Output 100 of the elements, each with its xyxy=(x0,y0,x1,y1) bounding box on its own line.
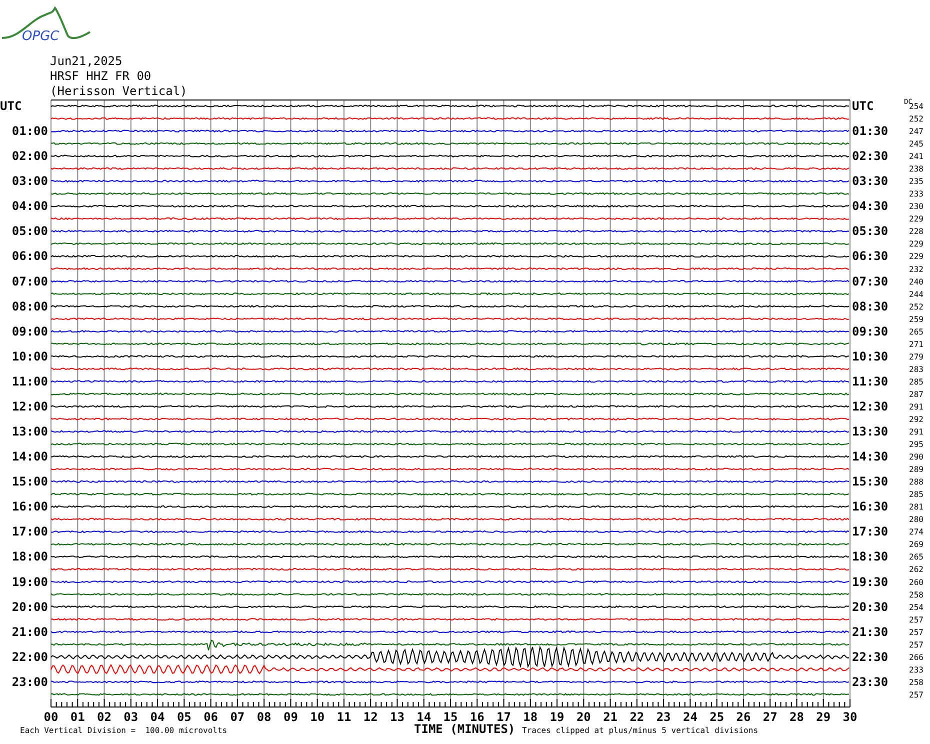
dc-value: 262 xyxy=(909,565,924,574)
time-label: 06:30 xyxy=(852,249,888,264)
time-label: 03:00 xyxy=(12,174,48,188)
clip-note: Traces clipped at plus/minus 5 vertical divisions xyxy=(522,726,758,735)
dc-value: 238 xyxy=(909,164,924,174)
dc-value: 291 xyxy=(909,402,924,412)
dc-value: 285 xyxy=(909,377,924,386)
dc-value: 241 xyxy=(909,152,924,162)
dc-value: 260 xyxy=(909,578,924,587)
time-label: 21:30 xyxy=(852,624,888,639)
station-text: HRSF HHZ FR 00 xyxy=(50,69,152,83)
time-label: 21:00 xyxy=(12,624,48,639)
time-label: 10:30 xyxy=(852,349,888,364)
dc-value: 257 xyxy=(909,628,924,637)
axis-label: 15 xyxy=(443,710,458,724)
dc-value: 289 xyxy=(909,465,924,474)
time-label: 22:00 xyxy=(12,650,48,664)
dc-value: 258 xyxy=(909,678,924,687)
axis-label: 17 xyxy=(496,710,511,724)
time-label: 05:30 xyxy=(852,224,888,238)
axis-label: 30 xyxy=(842,710,858,724)
axis-label: 02 xyxy=(97,710,112,724)
dc-value: 232 xyxy=(909,264,924,274)
axis-label: 11 xyxy=(336,710,352,724)
dc-value: 245 xyxy=(909,140,924,149)
time-label: 17:00 xyxy=(12,524,48,539)
dc-value: 290 xyxy=(909,452,924,462)
dc-value: 265 xyxy=(909,327,924,336)
axis-label: 27 xyxy=(762,710,778,724)
time-label: 19:30 xyxy=(852,574,888,589)
time-label: 09:00 xyxy=(12,324,48,338)
time-label: UTC xyxy=(0,99,22,113)
axis-label: 12 xyxy=(363,710,378,724)
division-note: Each Vertical Division = 100.00 microvolts xyxy=(20,726,228,735)
time-label: 02:30 xyxy=(852,149,888,164)
date-text: Jun21,2025 xyxy=(50,54,122,68)
axis-label: 10 xyxy=(310,710,325,724)
axis-label: 16 xyxy=(470,710,484,724)
time-label: 18:00 xyxy=(12,550,48,564)
time-label: 16:00 xyxy=(12,500,48,514)
time-label: 23:00 xyxy=(12,674,48,689)
axis-label: 28 xyxy=(790,710,804,724)
time-label: 01:00 xyxy=(12,124,48,138)
time-label: 07:30 xyxy=(852,274,888,288)
dc-value: 235 xyxy=(909,177,924,186)
axis-label: 19 xyxy=(550,710,564,724)
axis-label: 06 xyxy=(204,710,218,724)
time-label: 12:00 xyxy=(12,399,48,414)
time-label: 13:00 xyxy=(12,424,48,439)
axis-title: TIME (MINUTES) xyxy=(414,722,516,736)
axis-label: 09 xyxy=(283,710,298,724)
dc-value: 285 xyxy=(909,490,924,500)
dc-value: 233 xyxy=(909,665,924,674)
dc-value: 274 xyxy=(909,528,924,537)
logo-text: OPGC xyxy=(22,29,60,44)
time-label: 18:30 xyxy=(852,550,888,564)
dc-value: 291 xyxy=(909,428,924,437)
dc-value: 258 xyxy=(909,590,924,600)
time-label: 14:00 xyxy=(12,450,48,464)
axis-label: 23 xyxy=(656,710,671,724)
dc-value: 252 xyxy=(909,114,924,124)
time-label: 04:30 xyxy=(852,199,888,214)
dc-value: 280 xyxy=(909,515,924,524)
time-label: 22:30 xyxy=(852,650,888,664)
axis-label: 13 xyxy=(390,710,404,724)
time-label: 08:30 xyxy=(852,299,888,314)
dc-value: 254 xyxy=(909,602,924,612)
dc-value: 229 xyxy=(909,214,924,224)
dc-value: 257 xyxy=(909,690,924,700)
time-label: 19:00 xyxy=(12,574,48,589)
dc-value: 259 xyxy=(909,314,924,324)
time-label: 02:00 xyxy=(12,149,48,164)
time-label: 15:30 xyxy=(852,474,888,489)
axis-label: 08 xyxy=(256,710,272,724)
dc-value: 229 xyxy=(909,240,924,249)
dc-value: 292 xyxy=(909,415,924,424)
dc-value: 252 xyxy=(909,302,924,312)
dc-value: 230 xyxy=(909,202,924,212)
time-label: 13:30 xyxy=(852,424,888,439)
axis-label: 24 xyxy=(682,710,698,724)
time-label: 12:30 xyxy=(852,399,888,414)
time-label: 04:00 xyxy=(12,199,48,214)
time-label: 16:30 xyxy=(852,500,888,514)
axis-label: 26 xyxy=(736,710,751,724)
dc-value: 247 xyxy=(909,127,924,136)
dc-value: 287 xyxy=(909,390,924,399)
time-label: 07:00 xyxy=(12,274,48,288)
dc-value: 295 xyxy=(909,440,924,450)
axis-label: 07 xyxy=(230,710,245,724)
axis-label: 18 xyxy=(523,710,538,724)
time-label: 01:30 xyxy=(852,124,888,138)
dc-value: 229 xyxy=(909,252,924,262)
dc-value: 281 xyxy=(909,502,924,512)
axis-label: 14 xyxy=(416,710,432,724)
time-label: 11:00 xyxy=(12,374,48,388)
time-label: 23:30 xyxy=(852,674,888,689)
axis-label: 21 xyxy=(603,710,618,724)
dc-value: 271 xyxy=(909,340,924,349)
time-label: 20:30 xyxy=(852,600,888,614)
dc-value: 257 xyxy=(909,640,924,650)
